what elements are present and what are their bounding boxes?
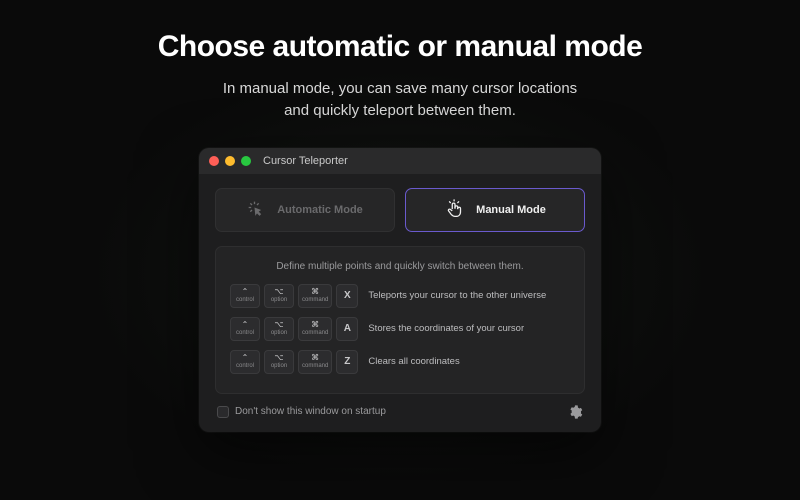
- card-heading: Define multiple points and quickly switc…: [230, 261, 570, 272]
- key-option: ⌥option: [264, 284, 294, 308]
- shortcuts-card: Define multiple points and quickly switc…: [215, 246, 585, 394]
- page-headline: Choose automatic or manual mode: [158, 30, 643, 64]
- key-letter: A: [336, 317, 358, 341]
- titlebar: Cursor Teleporter: [199, 148, 601, 174]
- key-combo: ⌃control ⌥option ⌘command X: [230, 284, 358, 308]
- window-body: Automatic Mode Manual Mode Define multip…: [199, 174, 601, 432]
- hand-tap-icon: [444, 199, 466, 221]
- shortcut-row: ⌃control ⌥option ⌘command A Stores the c…: [230, 317, 570, 341]
- window-footer: Don't show this window on startup: [215, 404, 585, 422]
- subhead-line: In manual mode, you can save many cursor…: [223, 80, 577, 97]
- cursor-click-icon: [247, 200, 267, 220]
- key-combo: ⌃control ⌥option ⌘command Z: [230, 350, 358, 374]
- key-command: ⌘command: [298, 317, 332, 341]
- key-letter: X: [336, 284, 358, 308]
- subhead-line: and quickly teleport between them.: [284, 102, 516, 119]
- page-subhead: In manual mode, you can save many cursor…: [223, 78, 577, 122]
- shortcut-row: ⌃control ⌥option ⌘command Z Clears all c…: [230, 350, 570, 374]
- key-letter: Z: [336, 350, 358, 374]
- zoom-icon[interactable]: [241, 156, 251, 166]
- shortcut-desc: Clears all coordinates: [368, 356, 459, 367]
- startup-checkbox[interactable]: Don't show this window on startup: [217, 406, 386, 418]
- app-window: Cursor Teleporter Automatic Mode: [199, 148, 601, 432]
- minimize-icon[interactable]: [225, 156, 235, 166]
- key-control: ⌃control: [230, 350, 260, 374]
- key-option: ⌥option: [264, 317, 294, 341]
- close-icon[interactable]: [209, 156, 219, 166]
- shortcut-desc: Stores the coordinates of your cursor: [368, 323, 524, 334]
- key-combo: ⌃control ⌥option ⌘command A: [230, 317, 358, 341]
- key-option: ⌥option: [264, 350, 294, 374]
- shortcut-desc: Teleports your cursor to the other unive…: [368, 290, 546, 301]
- tab-label: Automatic Mode: [277, 204, 363, 216]
- tab-automatic[interactable]: Automatic Mode: [215, 188, 395, 232]
- checkbox-icon: [217, 406, 229, 418]
- gear-icon[interactable]: [567, 404, 583, 420]
- tab-label: Manual Mode: [476, 204, 546, 216]
- checkbox-label: Don't show this window on startup: [235, 406, 386, 417]
- mode-tabs: Automatic Mode Manual Mode: [215, 188, 585, 232]
- tab-manual[interactable]: Manual Mode: [405, 188, 585, 232]
- key-control: ⌃control: [230, 317, 260, 341]
- shortcut-row: ⌃control ⌥option ⌘command X Teleports yo…: [230, 284, 570, 308]
- key-command: ⌘command: [298, 350, 332, 374]
- key-control: ⌃control: [230, 284, 260, 308]
- window-title: Cursor Teleporter: [263, 155, 348, 167]
- key-command: ⌘command: [298, 284, 332, 308]
